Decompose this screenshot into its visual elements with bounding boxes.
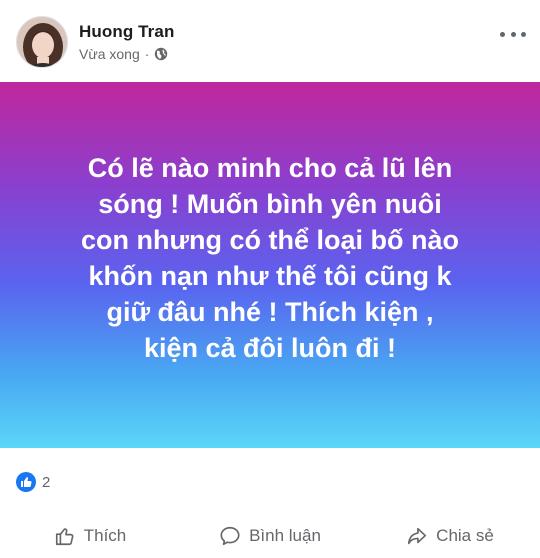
- post-background-banner: Có lẽ nào minh cho cả lũ lên sóng ! Muốn…: [0, 82, 540, 448]
- comment-icon: [220, 526, 240, 546]
- reaction-count[interactable]: 2: [42, 474, 50, 491]
- avatar-image: [17, 17, 67, 67]
- thumbs-up-icon: [55, 528, 74, 546]
- share-button-label: Chia sẻ: [436, 526, 494, 545]
- like-button-label: Thích: [83, 526, 127, 545]
- globe-icon[interactable]: [154, 47, 168, 61]
- post-actions: Thích Bình luận Chia sẻ: [0, 514, 540, 558]
- post-text: Có lẽ nào minh cho cả lũ lên sóng ! Muốn…: [80, 153, 460, 363]
- like-reaction-icon: [16, 472, 36, 492]
- meta-separator: ·: [144, 46, 150, 62]
- post-timestamp[interactable]: Vừa xong: [79, 46, 140, 62]
- author-name[interactable]: Huong Tran: [79, 22, 174, 42]
- comment-button[interactable]: Bình luận: [180, 514, 360, 558]
- like-button[interactable]: Thích: [0, 514, 180, 558]
- post-header: Huong Tran Vừa xong ·: [0, 0, 540, 82]
- avatar[interactable]: [16, 16, 68, 68]
- share-button[interactable]: Chia sẻ: [360, 514, 540, 558]
- more-horizontal-icon[interactable]: [500, 24, 526, 44]
- post-meta: Vừa xong ·: [79, 46, 168, 62]
- share-icon: [408, 527, 427, 545]
- comment-button-label: Bình luận: [249, 526, 321, 545]
- reactions-summary[interactable]: 2: [0, 448, 540, 514]
